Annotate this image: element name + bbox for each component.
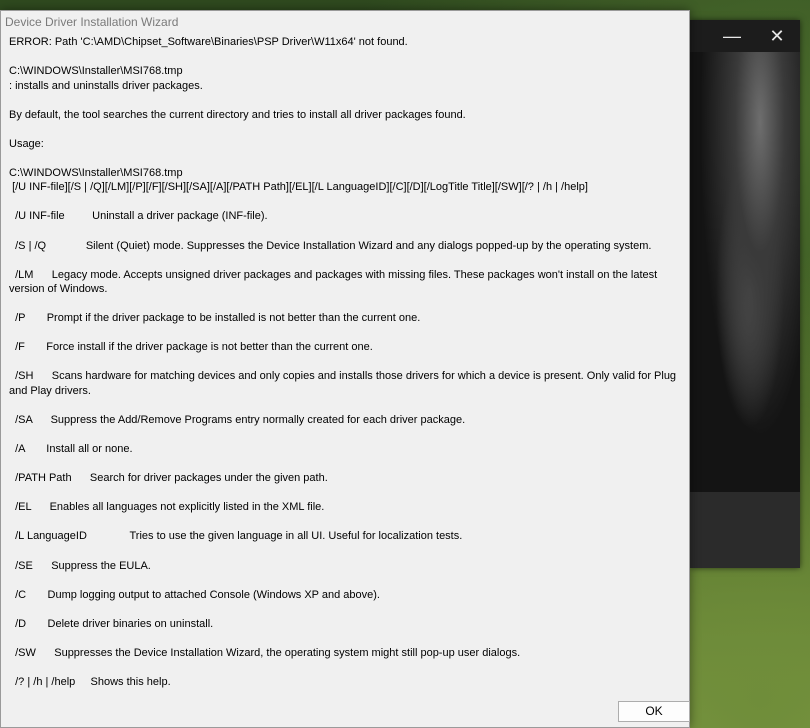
installer-path: C:\WINDOWS\Installer\MSI768.tmp	[9, 65, 183, 78]
option-l: /L LanguageID Tries to use the given lan…	[9, 530, 463, 543]
option-sa: /SA Suppress the Add/Remove Programs ent…	[9, 414, 466, 427]
usage-path: C:\WINDOWS\Installer\MSI768.tmp	[9, 166, 183, 179]
option-a: /A Install all or none.	[9, 443, 133, 456]
option-help: /? | /h | /help Shows this help.	[9, 675, 171, 688]
option-c: /C Dump logging output to attached Conso…	[9, 588, 380, 601]
minimize-icon[interactable]: —	[722, 26, 742, 46]
option-se: /SE Suppress the EULA.	[9, 559, 151, 572]
dialog-title: Device Driver Installation Wizard	[5, 15, 179, 29]
option-sw: /SW Suppresses the Device Installation W…	[9, 646, 521, 659]
background-artwork	[690, 52, 800, 492]
option-f: /F Force install if the driver package i…	[9, 341, 373, 354]
close-icon[interactable]: ✕	[766, 25, 788, 47]
tool-description: : installs and uninstalls driver package…	[9, 79, 203, 92]
background-app-window: — ✕	[690, 20, 800, 568]
option-lm: /LM Legacy mode. Accepts unsigned driver…	[9, 268, 661, 296]
ok-button[interactable]: OK	[618, 701, 690, 722]
usage-syntax: [/U INF-file][/S | /Q][/LM][/P][/F][/SH]…	[9, 181, 588, 194]
option-s: /S | /Q Silent (Quiet) mode. Suppresses …	[9, 239, 652, 252]
background-footer	[690, 492, 800, 568]
option-sh: /SH Scans hardware for matching devices …	[9, 370, 680, 397]
option-p: /P Prompt if the driver package to be in…	[9, 312, 421, 325]
option-path: /PATH Path Search for driver packages un…	[9, 472, 328, 485]
help-text: ERROR: Path 'C:\AMD\Chipset_Software\Bin…	[9, 35, 685, 689]
option-el: /EL Enables all languages not explicitly…	[9, 501, 325, 514]
background-titlebar: — ✕	[690, 20, 800, 52]
error-message: ERROR: Path 'C:\AMD\Chipset_Software\Bin…	[9, 36, 408, 48]
installation-wizard-dialog: Device Driver Installation Wizard ERROR:…	[0, 10, 690, 728]
usage-label: Usage:	[9, 137, 44, 150]
default-behavior: By default, the tool searches the curren…	[9, 108, 466, 121]
option-d: /D Delete driver binaries on uninstall.	[9, 617, 214, 630]
option-u: /U INF-file Uninstall a driver package (…	[9, 210, 268, 223]
